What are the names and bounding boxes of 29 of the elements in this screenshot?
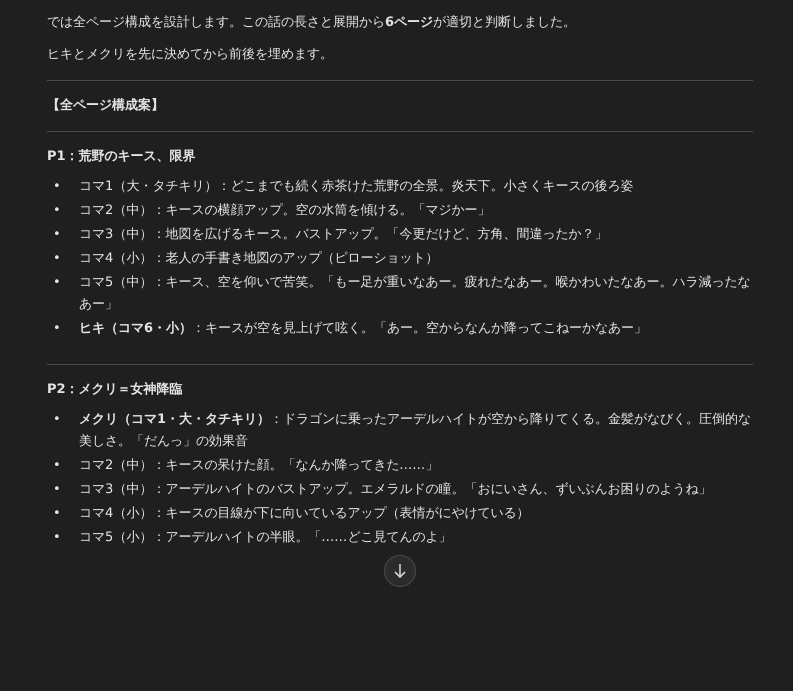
panel-item: コマ5（中）：キース、空を仰いで苦笑。「もー足が重いなあー。疲れたなあー。喉かわいたなあー。ハラ減ったなあー」 — [79, 274, 752, 314]
panel-item: コマ3（中）：地図を広げるキース。バストアップ。「今更だけど、方角、間違ったか？」 — [79, 226, 608, 244]
section-heading: 【全ページ構成案】 — [47, 96, 165, 115]
bullet: • — [53, 250, 62, 268]
bullet: • — [53, 274, 62, 292]
bullet: • — [53, 202, 62, 220]
bullet: • — [53, 457, 62, 475]
bullet: • — [53, 320, 62, 338]
panel-item: コマ2（中）：キースの呆けた顔。「なんか降ってきた……」 — [79, 457, 438, 475]
panel-item: コマ2（中）：キースの横顔アップ。空の水筒を傾ける。「マジかー」 — [79, 202, 490, 220]
panel-item: メクリ（コマ1・大・タチキリ）：ドラゴンに乗ったアーデルハイトが空から降りてくる。金髪がなびく。圧倒的な美しさ。「だんっ」の効果音 — [79, 411, 752, 451]
page-heading: P1：荒野のキース、限界 — [47, 148, 197, 166]
page-heading: P2：メクリ＝女神降臨 — [47, 381, 184, 399]
bullet: • — [53, 226, 62, 244]
panel-item: コマ4（小）：キースの目線が下に向いているアップ（表情がにやけている） — [79, 505, 530, 523]
panel-item: コマ3（中）：アーデルハイトのバストアップ。エメラルドの瞳。「おにいさん、ずいぶんお困りのようね」 — [79, 481, 712, 499]
panel-item: コマ4（小）：老人の手書き地図のアップ（ピローショット） — [79, 250, 438, 268]
scroll-down-button[interactable] — [384, 555, 416, 587]
panel-item: コマ5（小）：アーデルハイトの半眼。「……どこ見てんのよ」 — [79, 529, 452, 547]
panel-item: ヒキ（コマ6・小）：キースが空を見上げて呟く。「あー。空からなんか降ってこねーかなあー」 — [79, 320, 648, 338]
bullet: • — [53, 481, 62, 499]
panel-item: コマ1（大・タチキリ）：どこまでも続く赤茶けた荒野の全景。炎天下。小さくキースの後ろ姿 — [79, 178, 634, 196]
bullet: • — [53, 411, 62, 429]
down-arrow-icon — [393, 563, 407, 579]
bullet: • — [53, 505, 62, 523]
bullet: • — [53, 529, 62, 547]
paragraph: ヒキとメクリを先に決めてから前後を埋めます。 — [47, 46, 334, 64]
paragraph: では全ページ構成を設計します。この話の長さと展開から6ページが適切と判断しました。 — [47, 14, 578, 32]
bullet: • — [53, 178, 62, 196]
